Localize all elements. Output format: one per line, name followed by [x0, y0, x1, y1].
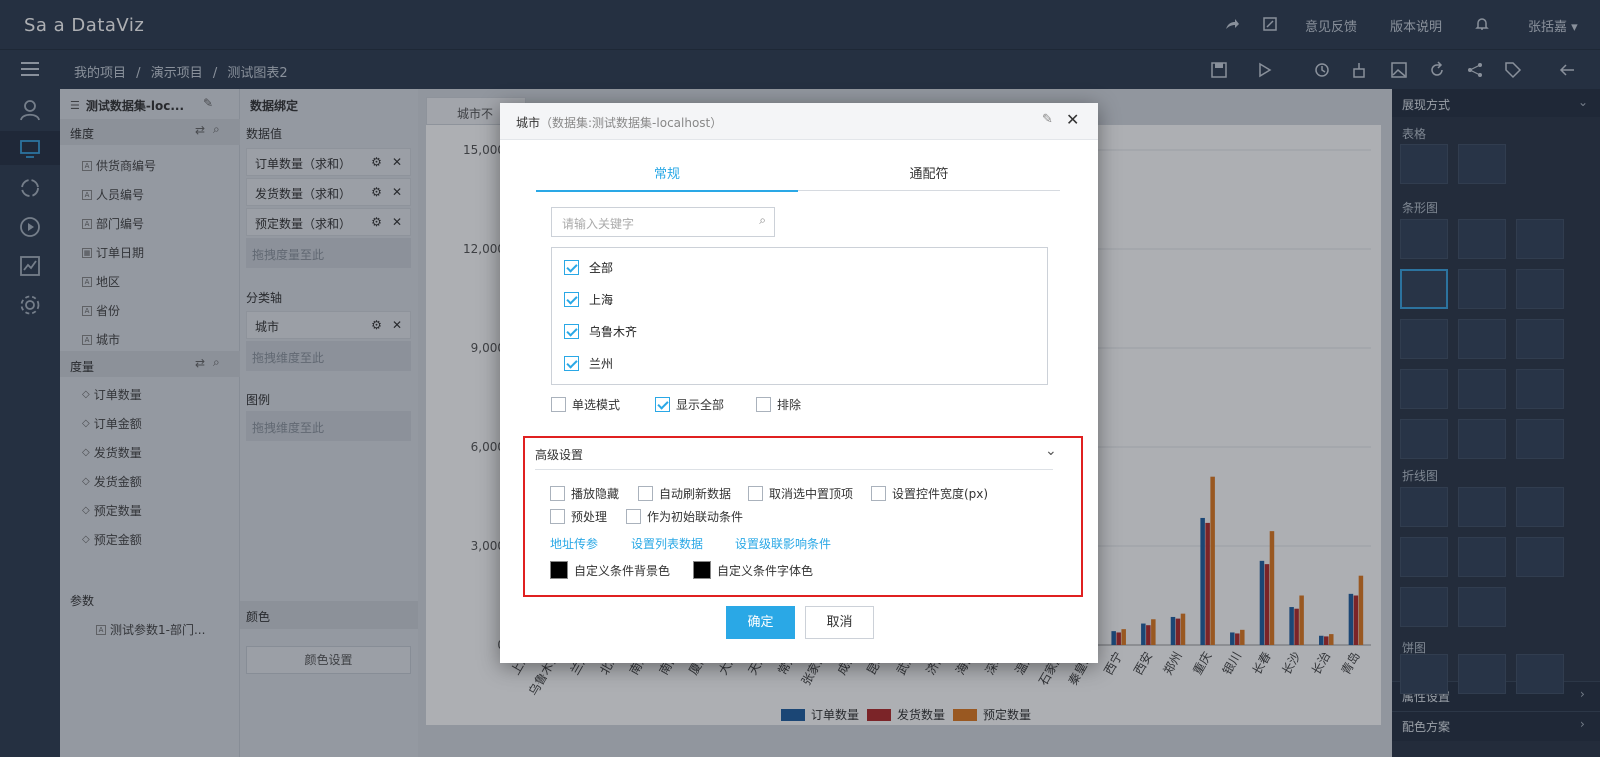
- checkbox[interactable]: [626, 509, 641, 524]
- dialog-subtitle: （数据集:测试数据集-localhost）: [540, 116, 723, 130]
- checkbox[interactable]: [655, 397, 670, 412]
- checkbox[interactable]: [564, 292, 579, 307]
- cancel-button[interactable]: 取消: [805, 606, 874, 639]
- search-icon: ⌕: [759, 213, 766, 227]
- adv-option[interactable]: 取消选中置顶项: [748, 485, 853, 502]
- filter-dialog: 城市（数据集:测试数据集-localhost） ✎ ✕ 常规 通配符 请输入关键…: [500, 103, 1098, 663]
- dialog-header: 城市（数据集:测试数据集-localhost） ✎ ✕: [500, 103, 1098, 140]
- advanced-title[interactable]: 高级设置: [535, 446, 583, 463]
- exclude-option[interactable]: 排除: [756, 396, 801, 413]
- font-color-option[interactable]: 自定义条件字体色: [693, 561, 813, 579]
- cascade-link[interactable]: 设置级联影响条件: [735, 535, 831, 552]
- adv-option[interactable]: 自动刷新数据: [638, 485, 731, 502]
- edit-icon[interactable]: ✎: [1042, 112, 1053, 127]
- checkbox[interactable]: [638, 486, 653, 501]
- checkbox[interactable]: [550, 486, 565, 501]
- checkbox[interactable]: [551, 397, 566, 412]
- adv-option[interactable]: 作为初始联动条件: [626, 508, 743, 525]
- tab-general[interactable]: 常规: [536, 163, 798, 192]
- list-item[interactable]: 上海: [564, 291, 613, 308]
- value-list: 全部 上海 乌鲁木齐 兰州: [551, 247, 1048, 385]
- search-input[interactable]: 请输入关键字 ⌕: [551, 207, 775, 237]
- tab-wildcard[interactable]: 通配符: [798, 163, 1060, 191]
- list-item[interactable]: 全部: [564, 259, 613, 276]
- confirm-button[interactable]: 确定: [726, 606, 795, 639]
- checkbox[interactable]: [564, 260, 579, 275]
- checkbox[interactable]: [564, 356, 579, 371]
- checkbox[interactable]: [748, 486, 763, 501]
- font-color-swatch[interactable]: [693, 561, 711, 579]
- bg-color-option[interactable]: 自定义条件背景色: [550, 561, 670, 579]
- divider: [535, 469, 1053, 470]
- list-data-link[interactable]: 设置列表数据: [631, 535, 703, 552]
- chevron-down-icon[interactable]: ⌄: [1045, 443, 1057, 459]
- checkbox[interactable]: [550, 509, 565, 524]
- close-icon[interactable]: ✕: [1066, 110, 1079, 129]
- adv-option[interactable]: 播放隐藏: [550, 485, 619, 502]
- checkbox[interactable]: [756, 397, 771, 412]
- show-all-option[interactable]: 显示全部: [655, 396, 724, 413]
- dialog-title: 城市（数据集:测试数据集-localhost）: [516, 116, 723, 130]
- adv-option[interactable]: 设置控件宽度(px): [871, 485, 988, 502]
- bg-color-swatch[interactable]: [550, 561, 568, 579]
- checkbox[interactable]: [564, 324, 579, 339]
- single-mode-option[interactable]: 单选模式: [551, 396, 620, 413]
- checkbox[interactable]: [871, 486, 886, 501]
- advanced-settings-box: 高级设置 ⌄ 播放隐藏 自动刷新数据 取消选中置顶项 设置控件宽度(px) 预处…: [523, 436, 1083, 597]
- list-item[interactable]: 乌鲁木齐: [564, 323, 637, 340]
- url-param-link[interactable]: 地址传参: [550, 535, 598, 552]
- list-item[interactable]: 兰州: [564, 355, 613, 372]
- adv-option[interactable]: 预处理: [550, 508, 607, 525]
